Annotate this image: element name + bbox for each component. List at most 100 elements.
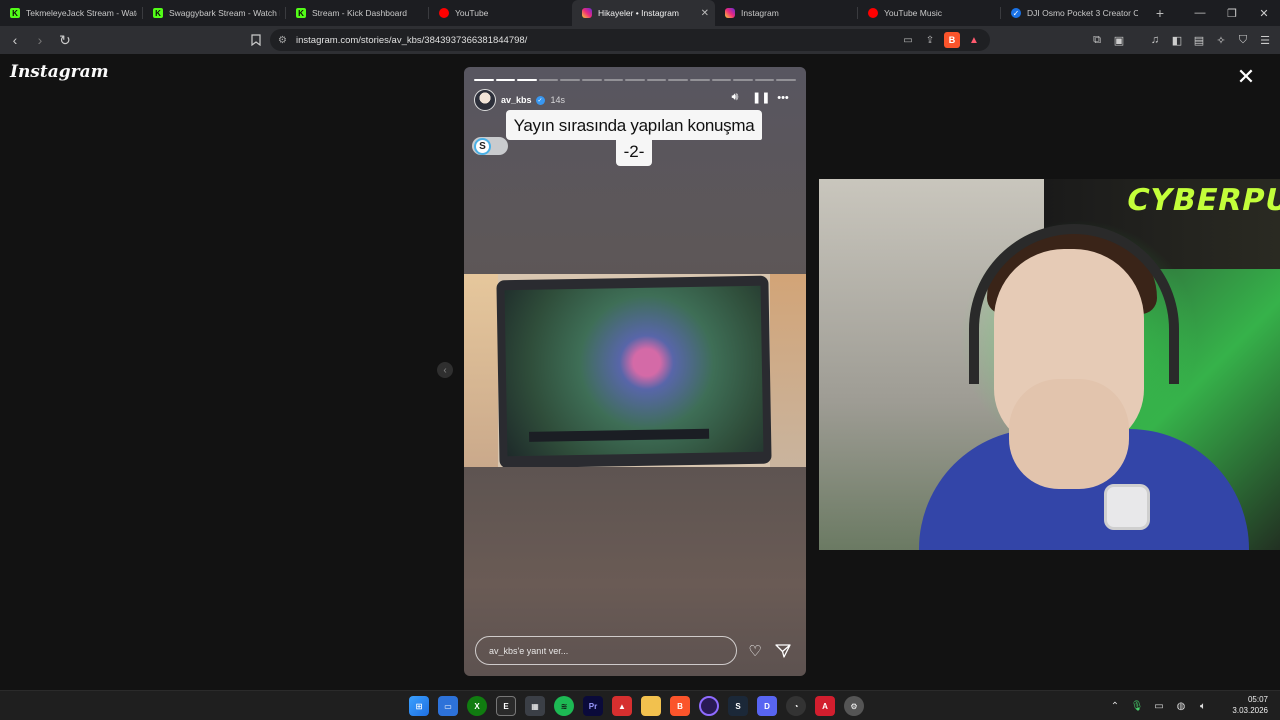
story-username[interactable]: av_kbs [501,95,532,105]
close-stories-icon[interactable]: ✕ [1236,66,1256,88]
minimize-icon[interactable]: — [1184,0,1216,26]
tab-instagram-stories[interactable]: Hikayeler • Instagram ✕ [572,0,715,26]
mention-sticker[interactable]: S [472,137,508,155]
tab-strip: K TekmeleyeJack Stream - Watch K Swaggyb… [0,0,1280,26]
reload-icon[interactable]: ↻ [55,30,75,50]
site-settings-icon[interactable]: ⚙ [278,35,292,46]
chevron-up-icon[interactable]: ⌃ [1108,698,1122,714]
vpn-icon[interactable]: ⛉ [1234,30,1252,50]
webcam-smartwatch [1104,484,1150,530]
app-purple-icon[interactable] [699,696,719,716]
file-explorer-icon[interactable] [641,696,661,716]
instagram-page: Instagram ✕ ‹ av_kbs ✓ 14s 🔊︎ ❚❚ ••• S Y… [0,54,1280,690]
extensions-icon[interactable]: ⧉ [1088,30,1106,50]
progress-segment [581,79,602,81]
tab-youtube-music[interactable]: YouTube Music [858,0,1001,26]
screenshot-icon[interactable]: ▣ [1110,30,1128,50]
system-tray: ⌃ 🎙︎ ▭ ◍ 🔈︎ [1108,698,1210,714]
story-viewer[interactable]: av_kbs ✓ 14s 🔊︎ ❚❚ ••• S Yayın sırasında… [464,67,806,676]
photo-background-left [464,274,498,467]
leo-ai-icon[interactable]: ✧ [1212,30,1230,50]
url-text[interactable]: instagram.com/stories/av_kbs/38439373663… [296,35,527,46]
xbox-icon[interactable]: X [467,696,487,716]
new-tab-button[interactable]: + [1148,0,1172,26]
browser-toolbar: ‹ › ↻ ⚙ instagram.com/stories/av_kbs/384… [0,26,1280,54]
clock-time: 05:07 [1247,695,1268,704]
more-options-icon[interactable]: ••• [776,92,790,104]
menu-icon[interactable]: ☰ [1256,30,1274,50]
webcam-overlay: CYBERPUN [819,179,1280,550]
tab-instagram[interactable]: Instagram [715,0,858,26]
send-icon[interactable] [773,641,793,661]
forward-icon[interactable]: › [30,30,50,50]
progress-segment [668,79,688,81]
tab-kick-tekmeleyejack[interactable]: K TekmeleyeJack Stream - Watch [0,0,143,26]
spotify-icon[interactable]: ≋ [554,696,574,716]
kick-icon: K [153,8,163,18]
story-photo [464,274,806,467]
tab-dji[interactable]: ✓ DJI Osmo Pocket 3 Creator Co [1001,0,1144,26]
back-icon[interactable]: ‹ [5,30,25,50]
photo-background-right [770,274,806,467]
windows-start-icon[interactable]: ⊞ [409,696,429,716]
speaker-icon[interactable]: 🔈︎ [1196,698,1210,714]
previous-story-icon[interactable]: ‹ [437,362,453,378]
sidebar-icon[interactable]: ◧ [1168,30,1186,50]
tab-youtube[interactable]: YouTube [429,0,572,26]
settings-icon[interactable]: ⚙ [844,696,864,716]
toolbar-gap [1132,30,1142,50]
url-actions: ▭ ⇪ B ▲ [900,32,982,48]
wallet-icon[interactable]: ▤ [1190,30,1208,50]
kick-icon: K [296,8,306,18]
sticker-letter: S [474,137,491,155]
story-time: 14s [550,95,566,105]
toolbar-right: ⧉ ▣ ♫ ◧ ▤ ✧ ⛉ ☰ [1088,30,1274,50]
steam-icon[interactable]: S [728,696,748,716]
webcam-poster-graphic: CYBERPUN [1123,183,1280,218]
laptop-image [496,275,772,467]
progress-segment [646,79,667,81]
brave-shields-icon[interactable]: B [944,32,960,48]
tab-kick-swaggybark[interactable]: K Swaggybark Stream - Watch Li [143,0,286,26]
avatar[interactable] [474,89,496,111]
premiere-pro-icon[interactable]: Pr [583,696,603,716]
close-tab-icon[interactable]: ✕ [701,8,709,19]
share-icon[interactable]: ⇪ [922,32,938,48]
pause-icon[interactable]: ❚❚ [752,91,770,104]
progress-segment [538,79,559,81]
tab-title: Stream - Kick Dashboard [312,8,407,18]
tab-title: DJI Osmo Pocket 3 Creator Co [1027,8,1138,18]
close-window-icon[interactable]: ✕ [1248,0,1280,26]
discord-icon[interactable]: D [757,696,777,716]
calculator-icon[interactable]: ▦ [525,696,545,716]
display-icon[interactable]: ▭ [1152,698,1166,714]
epic-games-icon[interactable]: E [496,696,516,716]
webcam-person-hand [1009,379,1129,489]
brave-rewards-icon[interactable]: ▲ [966,32,982,48]
progress-segment [517,79,537,81]
media-control-icon[interactable]: ♫ [1146,30,1164,50]
instagram-icon [582,8,592,18]
address-bar[interactable]: ⚙ instagram.com/stories/av_kbs/384393736… [270,29,990,51]
taskbar-clock[interactable]: 05:07 3.03.2026 [1218,694,1268,716]
tab-kick-dashboard[interactable]: K Stream - Kick Dashboard [286,0,429,26]
app-clock-icon[interactable]: ◔ [786,696,806,716]
volume-icon[interactable]: 🔊︎ [728,91,742,104]
network-icon[interactable]: ◍ [1174,698,1188,714]
app-red-icon[interactable]: ▲ [612,696,632,716]
brave-browser-icon[interactable]: B [670,696,690,716]
cast-icon[interactable]: ▭ [900,32,916,48]
app-blue-icon[interactable]: ▭ [438,696,458,716]
microphone-icon[interactable]: 🎙︎ [1130,698,1144,714]
tab-title: Swaggybark Stream - Watch Li [169,8,280,18]
restore-icon[interactable]: ❐ [1216,0,1248,26]
progress-segment [689,79,710,81]
reply-input[interactable] [475,636,737,665]
progress-segment [711,79,732,81]
heart-icon[interactable]: ♡ [745,641,765,661]
amd-software-icon[interactable]: A [815,696,835,716]
bookmark-icon[interactable] [246,30,266,50]
instagram-icon [725,8,735,18]
progress-segment [474,79,494,81]
instagram-logo[interactable]: Instagram [10,62,109,82]
